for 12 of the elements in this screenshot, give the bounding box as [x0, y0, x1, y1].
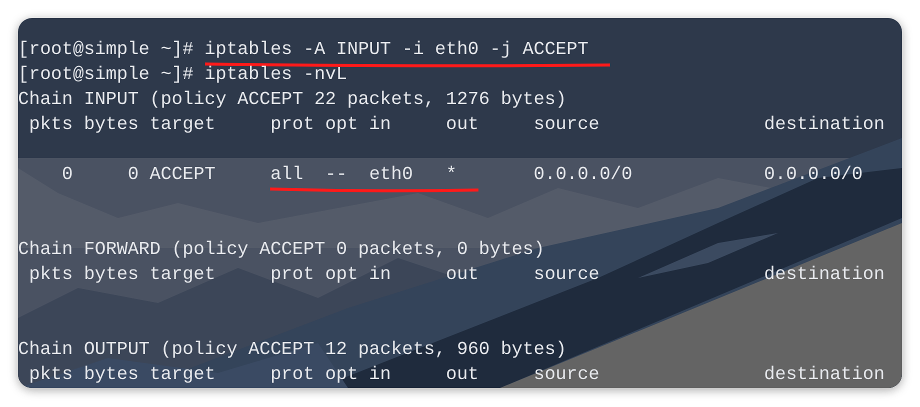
terminal-text: Chain INPUT (policy ACCEPT 22 packets, 1276 bytes) [18, 90, 567, 110]
terminal-text: 0 0 ACCEPT [60, 165, 216, 185]
terminal-text: all -- eth0 * [270, 165, 457, 185]
terminal-text: 0.0.0.0/0 0.0.0.0/0 [532, 165, 863, 185]
terminal-text: pkts bytes target prot opt in out source destination [28, 365, 885, 385]
terminal-text: [root@simple ~]# [18, 40, 195, 60]
terminal-text: pkts bytes target prot opt in out source destination [28, 115, 885, 135]
terminal-text: [root@simple ~]# iptables -nvL [18, 65, 348, 85]
terminal-text: pkts bytes target prot opt in out source destination [28, 265, 885, 285]
terminal-text: iptables -A INPUT -i eth0 -j ACCEPT [204, 40, 588, 60]
terminal-text: Chain OUTPUT (policy ACCEPT 12 packets, 960 bytes) [18, 340, 567, 360]
terminal-text: Chain FORWARD (policy ACCEPT 0 packets, 0 bytes) [18, 240, 545, 260]
